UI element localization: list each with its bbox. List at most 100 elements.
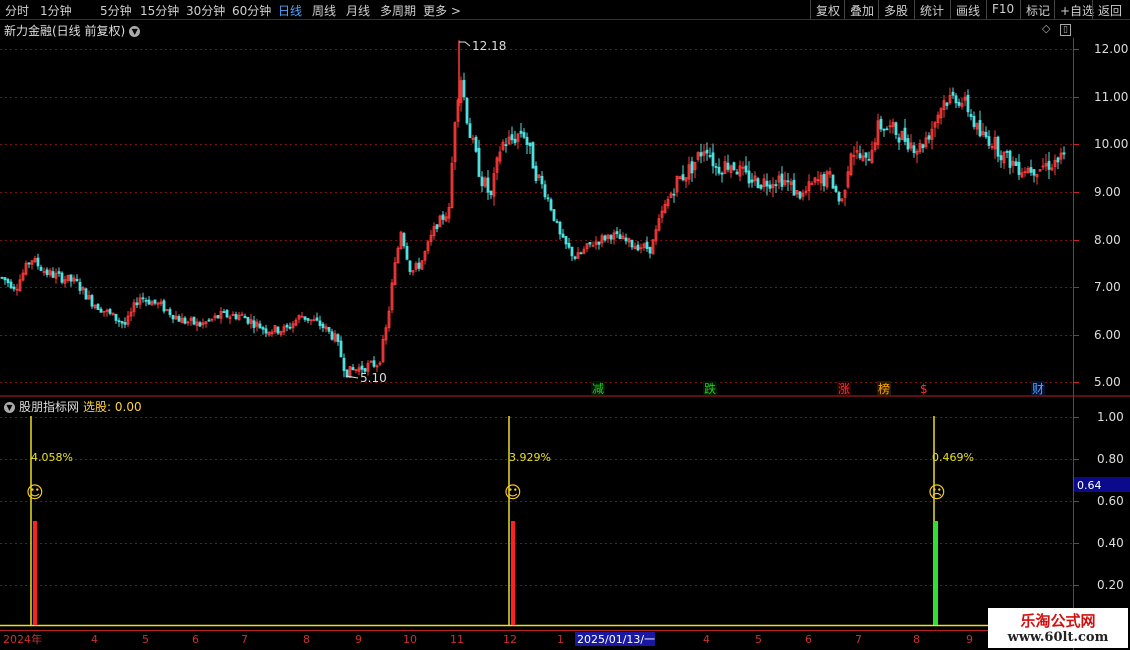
event-marker-fall[interactable]: 跌 bbox=[704, 381, 716, 396]
candle-body bbox=[756, 178, 760, 189]
candle-body bbox=[114, 313, 118, 321]
candle-body bbox=[477, 147, 481, 177]
candle-body bbox=[108, 309, 112, 314]
candle-body bbox=[864, 152, 868, 158]
high-pointer bbox=[459, 41, 471, 47]
signal-percent: 0.469% bbox=[932, 451, 974, 464]
candle-body bbox=[798, 191, 802, 199]
candle-body bbox=[57, 271, 61, 274]
candlestick-series bbox=[0, 40, 1066, 379]
candle-body bbox=[714, 166, 718, 168]
chart-canvas[interactable]: 12.00 11.00 10.00 9.00 8.00 7.00 6.00 5.… bbox=[0, 0, 1130, 650]
event-marker-reduce[interactable]: 减 bbox=[592, 382, 604, 396]
main-grid bbox=[0, 49, 1079, 383]
candle-body bbox=[513, 138, 517, 144]
time-tick-label: 9 bbox=[966, 633, 973, 646]
candle-body bbox=[69, 274, 73, 282]
price-tick-label: 10.00 bbox=[1094, 137, 1128, 151]
candle-body bbox=[882, 128, 886, 131]
low-price-label: 5.10 bbox=[360, 371, 387, 385]
candle-body bbox=[360, 365, 364, 370]
candle-body bbox=[549, 199, 553, 211]
time-tick-label: 7 bbox=[241, 633, 248, 646]
candle-body bbox=[462, 79, 466, 98]
candle-body bbox=[525, 136, 529, 145]
price-tick-label: 12.00 bbox=[1094, 42, 1128, 56]
candle-body bbox=[765, 180, 769, 187]
candle-body bbox=[144, 299, 148, 302]
candle-body bbox=[672, 193, 676, 196]
candle-body bbox=[609, 235, 613, 240]
candle-body bbox=[60, 272, 64, 283]
candle-body bbox=[285, 324, 289, 328]
candle-body bbox=[96, 303, 100, 310]
time-tick-label: 6 bbox=[192, 633, 199, 646]
event-marker-rise[interactable]: 涨 bbox=[838, 381, 850, 396]
event-marker-finance[interactable]: 财 bbox=[1032, 382, 1044, 396]
cursor-date: 2025/01/13/一 bbox=[577, 633, 655, 646]
signal-bar bbox=[511, 521, 515, 625]
candle-body bbox=[519, 130, 523, 134]
candle-body bbox=[480, 176, 484, 187]
time-tick-label: 8 bbox=[303, 633, 310, 646]
candle-body bbox=[534, 165, 538, 182]
candle-body bbox=[732, 162, 736, 170]
candle-body bbox=[561, 233, 565, 238]
signal-bar bbox=[33, 521, 37, 625]
candle-body bbox=[243, 315, 247, 319]
time-tick-label: 7 bbox=[855, 633, 862, 646]
candle-body bbox=[168, 309, 172, 316]
candle-body bbox=[879, 118, 883, 130]
candle-body bbox=[822, 174, 826, 187]
candle-body bbox=[966, 94, 970, 113]
candle-body bbox=[711, 152, 715, 167]
price-tick-label: 7.00 bbox=[1094, 280, 1121, 294]
event-marker-dividend[interactable]: $ bbox=[920, 382, 928, 396]
candle-body bbox=[894, 122, 898, 136]
watermark-url: www.60lt.com bbox=[1007, 630, 1109, 645]
smile-icon: ☺ bbox=[26, 483, 44, 503]
time-tick-label: 12 bbox=[503, 633, 517, 646]
candle-body bbox=[735, 171, 739, 175]
time-tick-label: 1 bbox=[557, 633, 564, 646]
candle-body bbox=[720, 172, 724, 175]
indicator-tick-label: 0.20 bbox=[1097, 578, 1124, 592]
candle-body bbox=[78, 281, 82, 291]
candle-body bbox=[27, 262, 31, 265]
candle-body bbox=[468, 123, 472, 139]
candle-body bbox=[726, 162, 730, 170]
candle-body bbox=[405, 245, 409, 260]
candle-body bbox=[315, 317, 319, 321]
candle-body bbox=[99, 308, 103, 313]
candle-body bbox=[318, 320, 322, 326]
candle-body bbox=[177, 316, 181, 322]
candle-body bbox=[120, 321, 124, 324]
candle-body bbox=[1029, 167, 1033, 173]
candle-body bbox=[372, 360, 376, 367]
signal-percent: 4.058% bbox=[31, 451, 73, 464]
time-tick-label: 8 bbox=[913, 633, 920, 646]
price-tick-label: 6.00 bbox=[1094, 328, 1121, 342]
candle-body bbox=[141, 297, 145, 300]
candle-body bbox=[486, 177, 490, 193]
candle-body bbox=[867, 158, 871, 161]
candle-body bbox=[465, 97, 469, 124]
candle-body bbox=[1062, 152, 1066, 155]
event-marker-ranking[interactable]: 榜 bbox=[878, 381, 890, 396]
candle-body bbox=[183, 317, 187, 324]
signal-bar bbox=[934, 521, 938, 625]
candle-body bbox=[0, 276, 4, 279]
candle-body bbox=[774, 184, 778, 186]
candle-body bbox=[648, 246, 652, 254]
candle-body bbox=[903, 127, 907, 142]
price-tick-label: 8.00 bbox=[1094, 233, 1121, 247]
indicator-grid bbox=[0, 417, 1079, 586]
candle-body bbox=[987, 136, 991, 146]
candle-body bbox=[969, 113, 973, 117]
candle-body bbox=[1017, 161, 1021, 175]
candle-body bbox=[792, 179, 796, 196]
candle-body bbox=[306, 318, 310, 321]
candle-body bbox=[261, 327, 265, 330]
time-tick-label: 4 bbox=[703, 633, 710, 646]
candle-body bbox=[624, 237, 628, 242]
